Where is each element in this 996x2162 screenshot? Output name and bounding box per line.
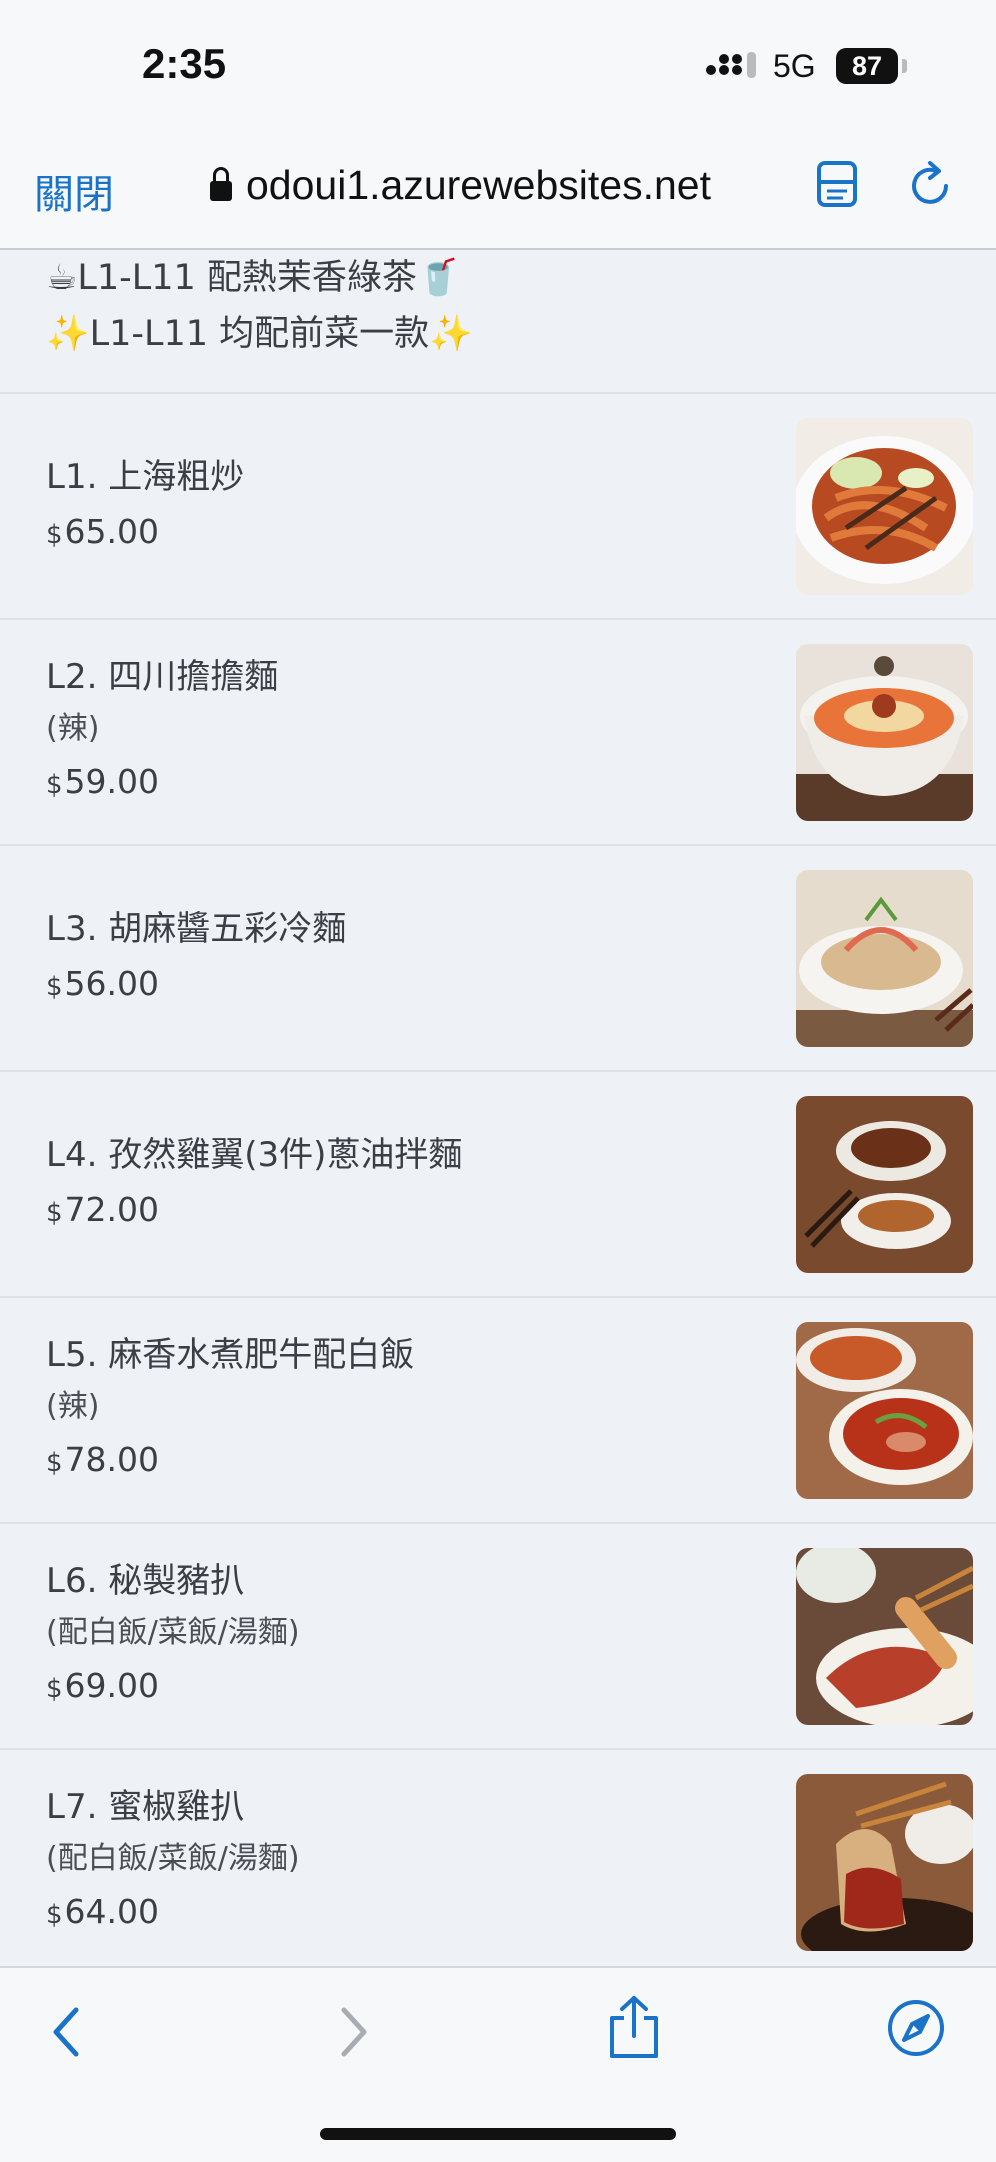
dish-photo[interactable] (796, 1322, 973, 1499)
reader-icon[interactable] (816, 160, 860, 210)
item-name: L1. 上海粗炒 (46, 457, 245, 497)
notice-drink-line: ☕L1-L11 配熱茉香綠茶🥤 (46, 258, 461, 298)
address-bar[interactable]: odoui1.azurewebsites.net (210, 162, 711, 209)
dish-photo[interactable] (796, 418, 973, 595)
menu-notice: ☕L1-L11 配熱茉香綠茶🥤 ✨L1-L11 均配前菜一款✨ (0, 250, 996, 394)
item-price: $69.00 (46, 1666, 160, 1705)
battery-cap-icon (902, 59, 907, 73)
item-price: $72.00 (46, 1190, 160, 1229)
status-bar: 2:35 5G 87 (0, 0, 996, 130)
item-price: $56.00 (46, 964, 160, 1003)
browser-top-bar: 關閉 odoui1.azurewebsites.net (0, 130, 996, 250)
menu-item-l4[interactable]: L4. 孜然雞翼(3件)蔥油拌麵 $72.00 (0, 1072, 996, 1298)
item-price: $59.00 (46, 762, 160, 801)
dish-photo[interactable] (796, 1096, 973, 1273)
item-name: L5. 麻香水煮肥牛配白飯 (46, 1335, 415, 1375)
item-note: (配白飯/菜飯/湯麵) (46, 1841, 300, 1876)
item-note: (辣) (46, 711, 100, 746)
notice-appetizer-line: ✨L1-L11 均配前菜一款✨ (46, 314, 473, 354)
forward-icon[interactable] (334, 2004, 374, 2060)
url-text: odoui1.azurewebsites.net (246, 162, 711, 208)
item-name: L4. 孜然雞翼(3件)蔥油拌麵 (46, 1135, 463, 1175)
dish-photo[interactable] (796, 1548, 973, 1725)
reload-icon[interactable] (906, 158, 956, 212)
menu-item-l1[interactable]: L1. 上海粗炒 $65.00 (0, 394, 996, 620)
battery-indicator: 87 (836, 48, 898, 84)
status-time: 2:35 (142, 40, 227, 87)
item-note: (辣) (46, 1389, 100, 1424)
item-price: $64.00 (46, 1892, 160, 1931)
cellular-signal-icon (706, 52, 756, 78)
lock-icon (210, 166, 232, 201)
menu-item-l2[interactable]: L2. 四川擔擔麵 (辣) $59.00 (0, 620, 996, 846)
item-price: $78.00 (46, 1440, 160, 1479)
menu-item-l7[interactable]: L7. 蜜椒雞扒 (配白飯/菜飯/湯麵) $64.00 (0, 1750, 996, 1966)
back-icon[interactable] (46, 2004, 86, 2060)
item-name: L6. 秘製豬扒 (46, 1561, 245, 1601)
item-name: L3. 胡麻醬五彩冷麵 (46, 909, 347, 949)
item-name: L2. 四川擔擔麵 (46, 657, 279, 697)
menu-item-l6[interactable]: L6. 秘製豬扒 (配白飯/菜飯/湯麵) $69.00 (0, 1524, 996, 1750)
item-price: $65.00 (46, 512, 160, 551)
menu-content: ☕L1-L11 配熱茉香綠茶🥤 ✨L1-L11 均配前菜一款✨ L1. 上海粗炒… (0, 250, 996, 1966)
menu-item-l5[interactable]: L5. 麻香水煮肥牛配白飯 (辣) $78.00 (0, 1298, 996, 1524)
dish-photo[interactable] (796, 1774, 973, 1951)
dish-photo[interactable] (796, 870, 973, 1047)
network-type: 5G (773, 48, 816, 84)
home-indicator (320, 2128, 676, 2140)
item-name: L7. 蜜椒雞扒 (46, 1787, 245, 1827)
item-note: (配白飯/菜飯/湯麵) (46, 1615, 300, 1650)
dish-photo[interactable] (796, 644, 973, 821)
compass-icon[interactable] (886, 1998, 946, 2058)
menu-item-l3[interactable]: L3. 胡麻醬五彩冷麵 $56.00 (0, 846, 996, 1072)
close-button[interactable]: 關閉 (34, 162, 114, 220)
share-icon[interactable] (606, 1994, 662, 2060)
